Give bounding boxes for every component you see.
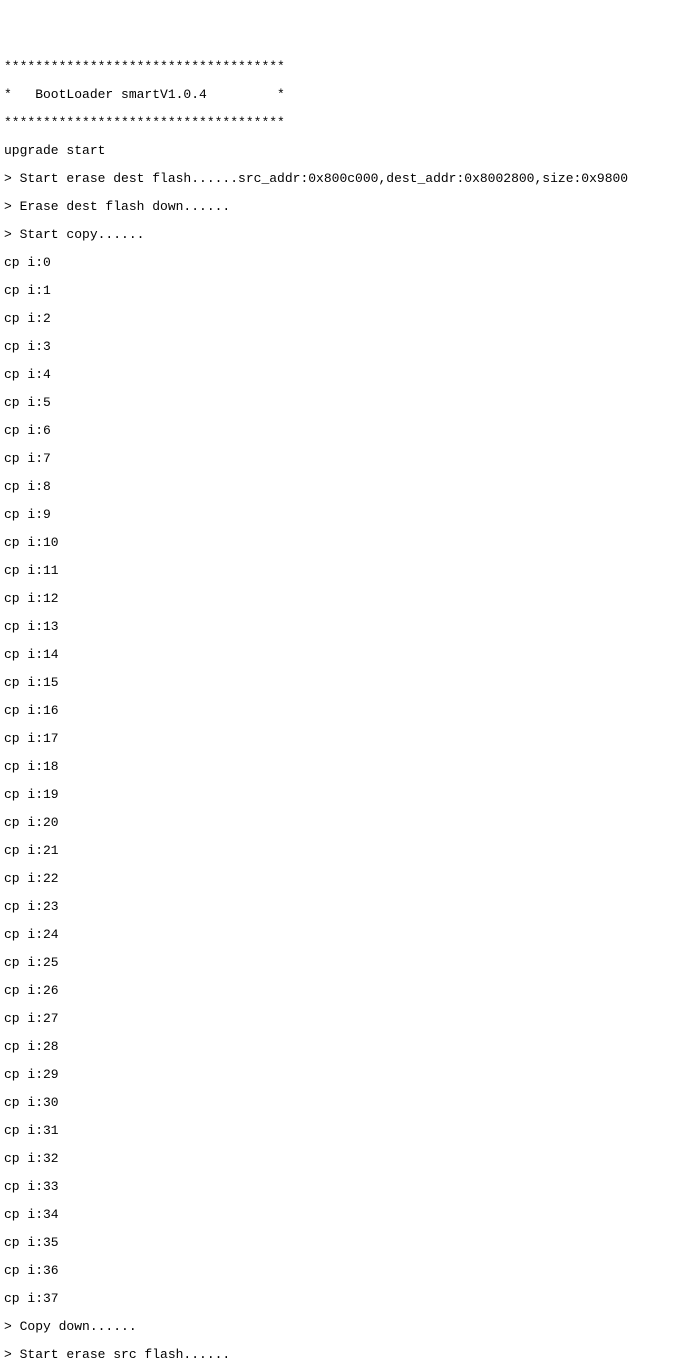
copy-line: cp i:8 <box>4 480 669 494</box>
banner-title: * BootLoader smartV1.0.4 * <box>4 88 669 102</box>
copy-line: cp i:1 <box>4 284 669 298</box>
copy-line: cp i:7 <box>4 452 669 466</box>
copy-line: cp i:30 <box>4 1096 669 1110</box>
copy-line: cp i:3 <box>4 340 669 354</box>
copy-line: cp i:21 <box>4 844 669 858</box>
copy-line: cp i:32 <box>4 1152 669 1166</box>
copy-line: cp i:19 <box>4 788 669 802</box>
copy-line: cp i:27 <box>4 1012 669 1026</box>
copy-line: cp i:29 <box>4 1068 669 1082</box>
start-erase-dest: > Start erase dest flash......src_addr:0… <box>4 172 669 186</box>
copy-line: cp i:4 <box>4 368 669 382</box>
copy-line: cp i:9 <box>4 508 669 522</box>
copy-line: cp i:23 <box>4 900 669 914</box>
copy-line: cp i:37 <box>4 1292 669 1306</box>
start-erase-src: > Start erase src flash...... <box>4 1348 669 1362</box>
copy-line: cp i:16 <box>4 704 669 718</box>
copy-line: cp i:28 <box>4 1040 669 1054</box>
copy-line: cp i:14 <box>4 648 669 662</box>
banner-bottom: ************************************ <box>4 116 669 130</box>
copy-line: cp i:12 <box>4 592 669 606</box>
copy-line: cp i:22 <box>4 872 669 886</box>
copy-line: cp i:17 <box>4 732 669 746</box>
copy-line: cp i:26 <box>4 984 669 998</box>
copy-line: cp i:6 <box>4 424 669 438</box>
copy-line: cp i:2 <box>4 312 669 326</box>
copy-line: cp i:25 <box>4 956 669 970</box>
upgrade-start: upgrade start <box>4 144 669 158</box>
copy-line: cp i:0 <box>4 256 669 270</box>
copy-line: cp i:5 <box>4 396 669 410</box>
copy-line: cp i:36 <box>4 1264 669 1278</box>
copy-line: cp i:33 <box>4 1180 669 1194</box>
erase-dest-down: > Erase dest flash down...... <box>4 200 669 214</box>
copy-down: > Copy down...... <box>4 1320 669 1334</box>
copy-line: cp i:34 <box>4 1208 669 1222</box>
copy-line: cp i:35 <box>4 1236 669 1250</box>
copy-line: cp i:15 <box>4 676 669 690</box>
copy-line: cp i:10 <box>4 536 669 550</box>
start-copy: > Start copy...... <box>4 228 669 242</box>
copy-line: cp i:31 <box>4 1124 669 1138</box>
copy-line: cp i:13 <box>4 620 669 634</box>
banner-top: ************************************ <box>4 60 669 74</box>
copy-line: cp i:18 <box>4 760 669 774</box>
copy-line: cp i:24 <box>4 928 669 942</box>
copy-line: cp i:11 <box>4 564 669 578</box>
copy-line: cp i:20 <box>4 816 669 830</box>
